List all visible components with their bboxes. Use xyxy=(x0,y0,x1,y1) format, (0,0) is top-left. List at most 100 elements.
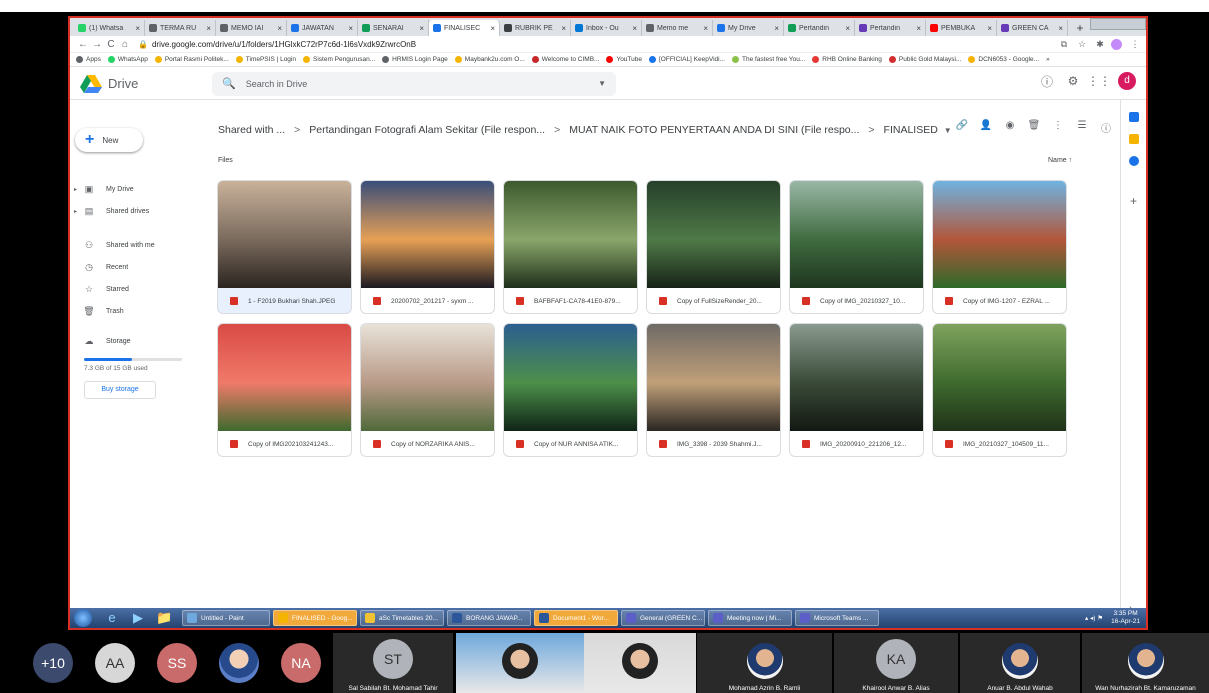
browser-menu-icon[interactable]: ⋮ xyxy=(1128,39,1142,50)
file-thumbnail[interactable] xyxy=(647,181,780,288)
taskbar-item[interactable]: FINALISED - Goog... xyxy=(273,610,357,626)
window-controls[interactable] xyxy=(1090,18,1146,30)
file-thumbnail[interactable] xyxy=(504,324,637,431)
install-icon[interactable]: ⧉ xyxy=(1057,39,1071,50)
browser-tab[interactable]: My Drive × xyxy=(713,20,784,36)
participant-tile[interactable]: Anuar B. Abdul Wahab xyxy=(960,633,1080,693)
file-card[interactable]: Copy of IMG_20210327_10... xyxy=(789,180,924,314)
sidebar-item[interactable]: 🗑 Trash xyxy=(74,302,123,320)
tab-close-icon[interactable]: × xyxy=(987,24,992,33)
participant-tile[interactable]: Mohamad Azrin B. Ramli xyxy=(697,633,832,693)
clock[interactable]: 3:35 PM 16-Apr-21 xyxy=(1111,610,1140,626)
bookmark-item[interactable]: WhatsApp xyxy=(107,56,148,63)
browser-tab[interactable]: Pertandin × xyxy=(784,20,855,36)
file-thumbnail[interactable] xyxy=(933,324,1066,431)
tab-close-icon[interactable]: × xyxy=(703,24,708,33)
preview-icon[interactable]: ◉ xyxy=(998,120,1022,135)
sort-arrow-icon[interactable]: ↑ xyxy=(1069,157,1073,164)
new-button[interactable]: + New xyxy=(75,128,143,152)
back-icon[interactable]: ← xyxy=(76,39,90,50)
bookmark-item[interactable]: The fastest free You... xyxy=(732,56,805,63)
browser-tab[interactable]: PEMBUKA × xyxy=(926,20,997,36)
file-card[interactable]: IMG_3398 - 2039 Shahmi.J... xyxy=(646,323,781,457)
tab-close-icon[interactable]: × xyxy=(774,24,779,33)
tab-close-icon[interactable]: × xyxy=(916,24,921,33)
breadcrumb-item[interactable]: MUAT NAIK FOTO PENYERTAAN ANDA DI SINI (… xyxy=(569,124,859,136)
file-card[interactable]: 20200702_201217 - syxm ... xyxy=(360,180,495,314)
delete-icon[interactable]: 🗑 xyxy=(1022,120,1046,135)
browser-tab[interactable]: Memo me × xyxy=(642,20,713,36)
file-card[interactable]: IMG_20200910_221206_12... xyxy=(789,323,924,457)
bookmark-item[interactable]: Sistem Pengurusan... xyxy=(303,56,375,63)
browser-tab[interactable]: Inbox - Ou × xyxy=(571,20,642,36)
file-card[interactable]: 1 - F2019 Bukhari Shah.JPEG xyxy=(217,180,352,314)
file-thumbnail[interactable] xyxy=(647,324,780,431)
bookmark-item[interactable]: Portal Rasmi Politek... xyxy=(154,56,229,63)
file-thumbnail[interactable] xyxy=(218,181,351,288)
tab-close-icon[interactable]: × xyxy=(845,24,850,33)
search-options-icon[interactable]: ▼ xyxy=(598,79,606,88)
browser-tab[interactable]: JAWATAN × xyxy=(287,20,358,36)
sort-by-name[interactable]: Name ↑ xyxy=(1048,157,1072,164)
participant-tile[interactable]: KA Khairool Anwar B. Alias xyxy=(834,633,958,693)
forward-icon[interactable]: → xyxy=(90,39,104,50)
taskbar-item[interactable]: Microsoft Teams ... xyxy=(795,610,879,626)
tab-close-icon[interactable]: × xyxy=(561,24,566,33)
list-view-icon[interactable]: ☰ xyxy=(1070,120,1094,135)
ie-icon[interactable]: e xyxy=(104,611,120,625)
search-icon[interactable]: 🔍 xyxy=(222,77,236,90)
breadcrumb-item[interactable]: FINALISED xyxy=(884,124,938,136)
file-thumbnail[interactable] xyxy=(790,324,923,431)
buy-storage-button[interactable]: Buy storage xyxy=(84,381,156,399)
bookmark-item[interactable]: [OFFICIAL] KeepVidi... xyxy=(649,56,725,63)
tab-close-icon[interactable]: × xyxy=(206,24,211,33)
apps-grid-icon[interactable]: ⋮⋮ xyxy=(1086,74,1112,88)
keep-icon[interactable] xyxy=(1128,134,1139,144)
file-thumbnail[interactable] xyxy=(361,324,494,431)
more-options-icon[interactable]: ⋮ xyxy=(1046,120,1070,135)
calendar-icon[interactable] xyxy=(1128,112,1139,122)
tab-close-icon[interactable]: × xyxy=(632,24,637,33)
tab-close-icon[interactable]: × xyxy=(1058,24,1063,33)
expand-arrow-icon[interactable]: ▸ xyxy=(74,208,82,215)
browser-tab[interactable]: (1) Whatsa × xyxy=(74,20,145,36)
bookmark-item[interactable]: RHB Online Banking xyxy=(812,56,882,63)
settings-icon[interactable]: ⚙ xyxy=(1060,74,1086,88)
participant-tile[interactable]: Wan Nurhazirah Bt. Kamaruzaman xyxy=(1082,633,1209,693)
bookmark-item[interactable]: TimePSIS | Login xyxy=(235,56,296,63)
browser-tab[interactable]: TERMA RU × xyxy=(145,20,216,36)
drive-logo[interactable]: Drive xyxy=(80,74,212,93)
tasks-icon[interactable] xyxy=(1128,156,1139,166)
file-card[interactable]: BAFBFAF1-CA78-41E0-879... xyxy=(503,180,638,314)
profile-icon[interactable] xyxy=(1111,38,1122,50)
bookmark-item[interactable]: Welcome to CIMB... xyxy=(531,56,599,63)
share-icon[interactable]: 👤 xyxy=(974,120,998,135)
url-field[interactable]: 🔒 drive.google.com/drive/u/1/folders/1HG… xyxy=(138,37,1057,51)
tab-close-icon[interactable]: × xyxy=(277,24,282,33)
participant-tile[interactable] xyxy=(456,633,584,693)
new-tab-button[interactable]: + xyxy=(1072,22,1088,36)
link-icon[interactable]: 🔗 xyxy=(950,120,974,135)
bookmark-item[interactable]: YouTube xyxy=(606,56,642,63)
bookmark-item[interactable]: Apps xyxy=(76,56,101,63)
browser-tab[interactable]: SENARAI × xyxy=(358,20,429,36)
sidebar-item-storage[interactable]: ☁ Storage xyxy=(74,332,131,350)
file-card[interactable]: Copy of IMG-1207 - EZRAL ... xyxy=(932,180,1067,314)
taskbar-item[interactable]: aSc Timetables 20... xyxy=(360,610,444,626)
file-card[interactable]: Copy of NORZARIKA ANIS... xyxy=(360,323,495,457)
bookmark-item[interactable]: DCN6053 - Google... xyxy=(968,56,1039,63)
file-card[interactable]: IMG_20210327_104509_11... xyxy=(932,323,1067,457)
file-thumbnail[interactable] xyxy=(790,181,923,288)
expand-arrow-icon[interactable]: ▸ xyxy=(74,186,82,193)
browser-tab[interactable]: Pertandin × xyxy=(855,20,926,36)
search-input[interactable]: 🔍 Search in Drive ▼ xyxy=(212,71,616,96)
tab-close-icon[interactable]: × xyxy=(348,24,353,33)
file-card[interactable]: Copy of NUR ANNISA ATIK... xyxy=(503,323,638,457)
browser-tab[interactable]: RUBRIK PE × xyxy=(500,20,571,36)
tab-close-icon[interactable]: × xyxy=(135,24,140,33)
tray-icons[interactable]: ▴ ◂) ⚑ xyxy=(1085,614,1103,622)
tab-close-icon[interactable]: × xyxy=(419,24,424,33)
file-card[interactable]: Copy of FullSizeRender_20... xyxy=(646,180,781,314)
bookmarks-more-icon[interactable]: » xyxy=(1046,56,1050,63)
browser-tab[interactable]: MEMO IAI × xyxy=(216,20,287,36)
